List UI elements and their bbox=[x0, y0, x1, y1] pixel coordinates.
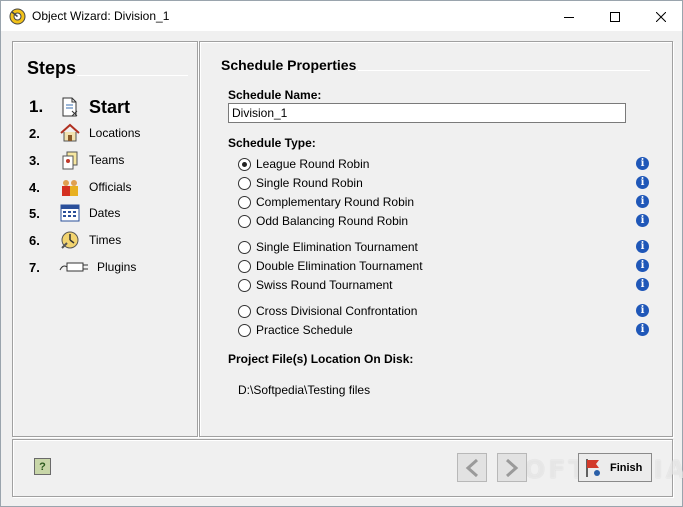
finish-label: Finish bbox=[610, 461, 643, 474]
radio-label: Single Elimination Tournament bbox=[256, 240, 418, 254]
step-number: 7. bbox=[29, 259, 40, 275]
info-icon[interactable]: i bbox=[636, 214, 649, 227]
back-arrow-icon bbox=[465, 458, 478, 477]
step-dates[interactable]: 5. Dates bbox=[29, 202, 120, 224]
radio-single-round-robin[interactable]: Single Round Robin bbox=[238, 174, 363, 192]
title-bar: Object Wizard: Division_1 bbox=[0, 0, 683, 31]
radio-button[interactable] bbox=[238, 240, 251, 254]
schedule-properties-panel: Schedule Properties Schedule Name: Sched… bbox=[199, 41, 673, 437]
steps-title: Steps bbox=[27, 58, 77, 78]
radio-button[interactable] bbox=[238, 304, 251, 318]
info-icon[interactable]: i bbox=[636, 278, 649, 291]
close-button[interactable] bbox=[638, 1, 683, 32]
info-icon[interactable]: i bbox=[636, 240, 649, 253]
finish-flag-icon bbox=[584, 458, 604, 478]
radio-label: Single Round Robin bbox=[256, 176, 363, 190]
radio-button[interactable] bbox=[238, 176, 251, 190]
step-label: Dates bbox=[89, 206, 121, 220]
minimize-icon bbox=[564, 16, 574, 18]
step-number: 3. bbox=[29, 152, 40, 168]
close-icon bbox=[656, 11, 666, 22]
info-icon[interactable]: i bbox=[636, 259, 649, 272]
radio-button[interactable] bbox=[238, 157, 251, 171]
step-label: Officials bbox=[89, 180, 132, 194]
info-icon[interactable]: i bbox=[636, 304, 649, 317]
house-icon bbox=[59, 122, 81, 144]
step-number: 1. bbox=[29, 97, 44, 116]
steps-divider bbox=[77, 75, 188, 76]
document-icon bbox=[59, 96, 81, 118]
radio-label: Cross Divisional Confrontation bbox=[256, 304, 418, 318]
schedule-name-input[interactable] bbox=[228, 103, 626, 123]
step-number: 5. bbox=[29, 205, 40, 221]
button-bar: ? SOFTPEDIA Finish bbox=[12, 439, 683, 497]
wizard-body: Steps 1. Start 2. Locations 3. Teams 4. bbox=[0, 31, 683, 507]
step-teams[interactable]: 3. Teams bbox=[29, 149, 124, 171]
people-icon bbox=[59, 176, 81, 198]
help-button[interactable]: ? bbox=[34, 458, 51, 475]
info-icon[interactable]: i bbox=[636, 176, 649, 189]
clock-icon bbox=[59, 229, 81, 251]
minimize-button[interactable] bbox=[546, 1, 592, 32]
next-arrow-icon bbox=[506, 458, 519, 477]
info-icon[interactable]: i bbox=[636, 157, 649, 170]
step-locations[interactable]: 2. Locations bbox=[29, 122, 140, 144]
next-button[interactable] bbox=[497, 453, 527, 482]
location-label: Project File(s) Location On Disk: bbox=[228, 352, 414, 366]
radio-label: Swiss Round Tournament bbox=[256, 278, 393, 292]
cards-icon bbox=[59, 149, 81, 171]
location-path: D:\Softpedia\Testing files bbox=[238, 383, 371, 397]
calendar-icon bbox=[59, 202, 81, 224]
maximize-icon bbox=[610, 11, 620, 22]
radio-double-elimination[interactable]: Double Elimination Tournament bbox=[238, 257, 423, 275]
radio-button[interactable] bbox=[238, 278, 251, 292]
radio-single-elimination[interactable]: Single Elimination Tournament bbox=[238, 238, 418, 256]
step-plugins[interactable]: 7. Plugins bbox=[29, 256, 136, 278]
info-icon[interactable]: i bbox=[636, 195, 649, 208]
finish-button[interactable]: Finish bbox=[578, 453, 652, 482]
radio-label: Practice Schedule bbox=[256, 323, 353, 337]
step-number: 4. bbox=[29, 179, 40, 195]
radio-practice-schedule[interactable]: Practice Schedule bbox=[238, 321, 353, 339]
app-logo-icon bbox=[9, 8, 26, 25]
window-title: Object Wizard: Division_1 bbox=[32, 9, 170, 23]
radio-cross-divisional[interactable]: Cross Divisional Confrontation bbox=[238, 302, 417, 320]
step-label: Teams bbox=[89, 153, 125, 167]
radio-league-round-robin[interactable]: League Round Robin bbox=[238, 155, 369, 173]
back-button[interactable] bbox=[457, 453, 487, 482]
radio-button[interactable] bbox=[238, 259, 251, 273]
section-title: Schedule Properties bbox=[221, 57, 357, 73]
help-icon: ? bbox=[39, 460, 46, 473]
radio-label: Double Elimination Tournament bbox=[256, 259, 423, 273]
schedule-type-label: Schedule Type: bbox=[228, 136, 316, 150]
step-label: Times bbox=[89, 233, 122, 247]
step-label: Plugins bbox=[97, 260, 137, 274]
radio-swiss-round[interactable]: Swiss Round Tournament bbox=[238, 276, 393, 294]
step-label: Locations bbox=[89, 126, 141, 140]
radio-label: Odd Balancing Round Robin bbox=[256, 214, 409, 228]
maximize-button[interactable] bbox=[592, 1, 638, 32]
step-start[interactable]: 1. Start bbox=[29, 96, 130, 118]
step-number: 6. bbox=[29, 232, 40, 248]
section-divider bbox=[358, 70, 650, 71]
radio-button[interactable] bbox=[238, 323, 251, 337]
step-times[interactable]: 6. Times bbox=[29, 229, 121, 251]
radio-label: Complementary Round Robin bbox=[256, 195, 415, 209]
radio-label: League Round Robin bbox=[256, 157, 370, 171]
radio-button[interactable] bbox=[238, 195, 251, 209]
plug-icon bbox=[59, 256, 89, 278]
step-label: Start bbox=[89, 96, 131, 117]
step-number: 2. bbox=[29, 125, 40, 141]
step-officials[interactable]: 4. Officials bbox=[29, 176, 131, 198]
radio-odd-balancing-round-robin[interactable]: Odd Balancing Round Robin bbox=[238, 212, 408, 230]
radio-button[interactable] bbox=[238, 214, 251, 228]
radio-complementary-round-robin[interactable]: Complementary Round Robin bbox=[238, 193, 414, 211]
info-icon[interactable]: i bbox=[636, 323, 649, 336]
schedule-name-label: Schedule Name: bbox=[228, 88, 322, 102]
steps-panel: Steps 1. Start 2. Locations 3. Teams 4. bbox=[12, 41, 198, 437]
